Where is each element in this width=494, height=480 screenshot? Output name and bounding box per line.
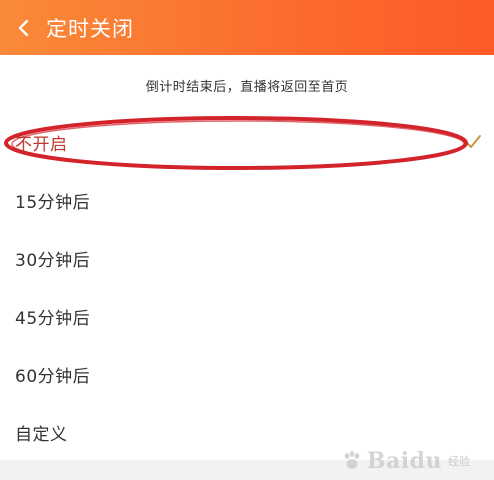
option-item-off[interactable]: 不开启 [0, 113, 494, 171]
timer-settings-screen: 定时关闭 倒计时结束后，直播将返回至首页 不开启 15分钟后 30分钟后 45分… [0, 0, 494, 480]
option-label: 45分钟后 [15, 308, 91, 329]
option-label: 60分钟后 [15, 366, 91, 387]
option-list: 不开启 15分钟后 30分钟后 45分钟后 60分钟后 自定义 [0, 113, 494, 461]
option-item-15min[interactable]: 15分钟后 [0, 171, 494, 229]
page-title: 定时关闭 [46, 16, 134, 41]
bottom-strip [0, 460, 494, 480]
option-item-60min[interactable]: 60分钟后 [0, 345, 494, 403]
option-item-45min[interactable]: 45分钟后 [0, 287, 494, 345]
hint-bar: 倒计时结束后，直播将返回至首页 [0, 55, 494, 113]
back-button[interactable] [4, 0, 44, 55]
chevron-left-icon [18, 19, 29, 36]
checkmark-icon [465, 135, 481, 148]
option-label: 自定义 [15, 424, 68, 445]
option-item-30min[interactable]: 30分钟后 [0, 229, 494, 287]
header-bar: 定时关闭 [0, 0, 494, 55]
hint-text: 倒计时结束后，直播将返回至首页 [145, 79, 349, 95]
option-label: 不开启 [15, 134, 68, 155]
option-label: 30分钟后 [15, 250, 91, 271]
option-item-custom[interactable]: 自定义 [0, 403, 494, 461]
option-label: 15分钟后 [15, 192, 91, 213]
